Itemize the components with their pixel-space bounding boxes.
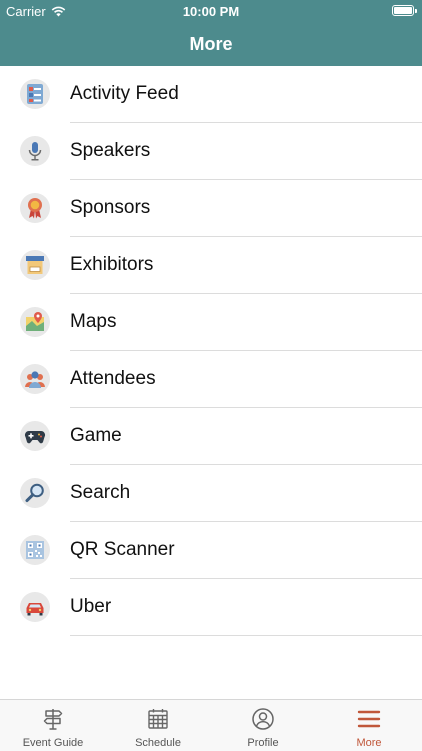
menu-item-attendees[interactable]: Attendees: [0, 351, 422, 408]
award-ribbon-icon: [20, 193, 50, 223]
menu-item-label: Maps: [70, 311, 117, 332]
calendar-icon: [148, 709, 168, 729]
tab-schedule[interactable]: Schedule: [105, 700, 211, 751]
menu-item-qr-scanner[interactable]: QR Scanner: [0, 522, 422, 579]
people-icon: [20, 364, 50, 394]
tab-label: More: [356, 737, 382, 749]
menu-item-label: QR Scanner: [70, 539, 175, 560]
menu-item-label: Speakers: [70, 140, 151, 161]
divider: [70, 635, 422, 636]
menu-item-label: Search: [70, 482, 131, 503]
map-pin-icon: [20, 307, 50, 337]
menu-item-sponsors[interactable]: Sponsors: [0, 180, 422, 237]
signpost-icon: [43, 709, 63, 730]
tab-event-guide[interactable]: Event Guide: [0, 700, 106, 751]
booth-icon: [20, 250, 50, 280]
menu-item-search[interactable]: Search: [0, 465, 422, 522]
car-icon: [20, 592, 50, 622]
tab-label: Profile: [247, 737, 279, 749]
menu-item-exhibitors[interactable]: Exhibitors: [0, 237, 422, 294]
activity-feed-icon: [20, 79, 50, 109]
magnifier-icon: [20, 478, 50, 508]
microphone-icon: [20, 136, 50, 166]
tab-profile[interactable]: Profile: [210, 700, 316, 751]
menu-item-label: Sponsors: [70, 197, 151, 218]
gamepad-icon: [20, 421, 50, 451]
tab-bar: Event Guide Schedule Profile More: [0, 699, 422, 751]
status-bar: Carrier 10:00 PM: [0, 0, 422, 22]
menu-item-activity-feed[interactable]: Activity Feed: [0, 66, 422, 123]
menu-item-label: Activity Feed: [70, 83, 179, 104]
menu-item-label: Exhibitors: [70, 254, 154, 275]
navigation-bar: More: [0, 22, 422, 66]
tab-label: Event Guide: [22, 737, 84, 749]
menu-item-label: Attendees: [70, 368, 156, 389]
menu-item-label: Game: [70, 425, 122, 446]
more-menu-list: Activity Feed Speakers Sponsors Exhibito…: [0, 66, 422, 636]
tab-label: Schedule: [135, 737, 181, 749]
page-title: More: [189, 34, 233, 54]
menu-item-label: Uber: [70, 596, 112, 617]
menu-item-game[interactable]: Game: [0, 408, 422, 465]
status-time: 10:00 PM: [182, 4, 240, 19]
menu-item-maps[interactable]: Maps: [0, 294, 422, 351]
battery-icon: [392, 5, 417, 16]
menu-item-speakers[interactable]: Speakers: [0, 123, 422, 180]
profile-icon: [252, 708, 274, 730]
menu-item-uber[interactable]: Uber: [0, 579, 422, 636]
tab-more[interactable]: More: [316, 700, 422, 751]
qr-code-icon: [20, 535, 50, 565]
hamburger-icon: [357, 710, 381, 728]
